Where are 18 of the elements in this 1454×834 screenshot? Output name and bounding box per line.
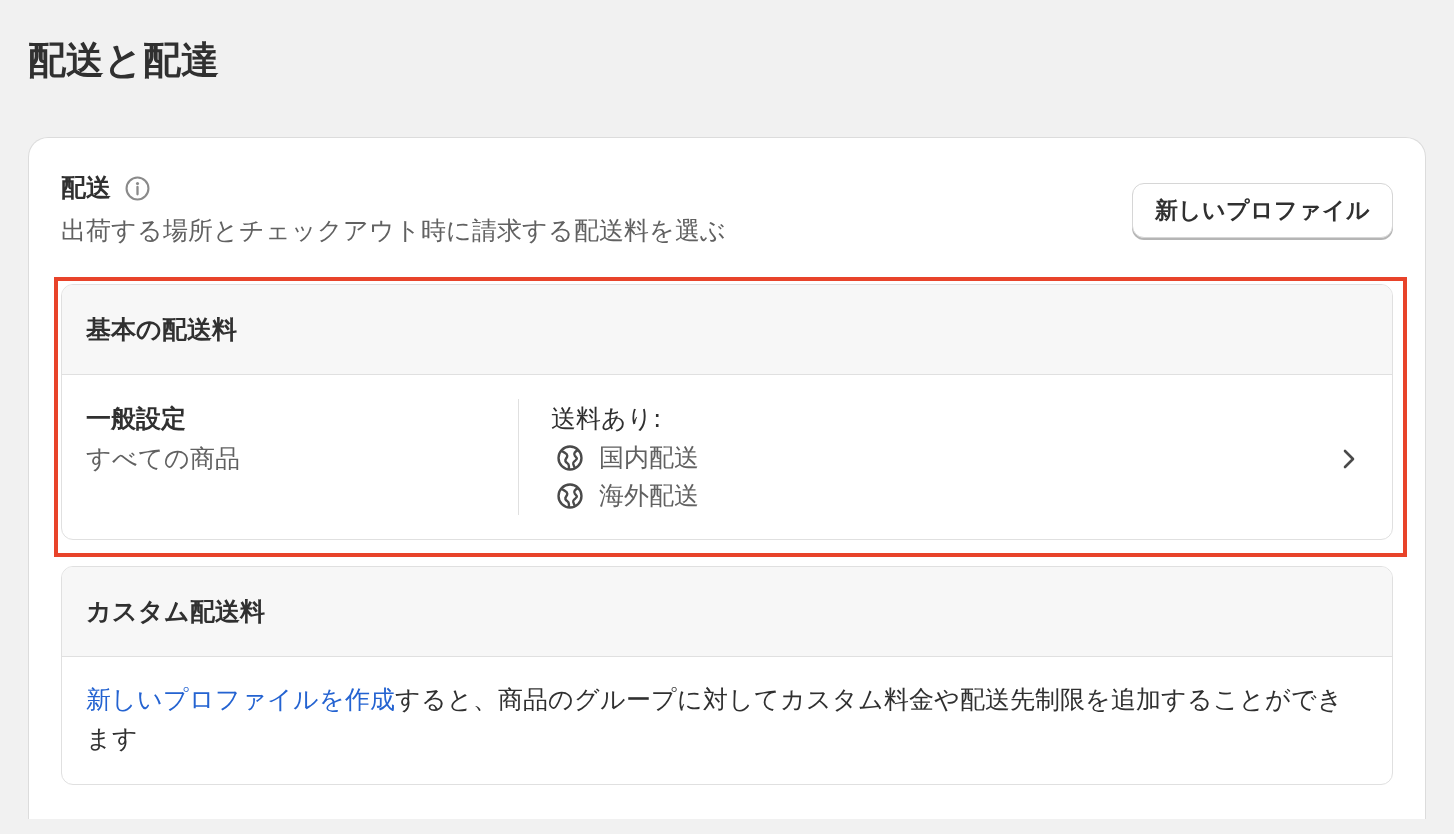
globe-icon	[557, 483, 583, 509]
profile-name: 一般設定	[86, 403, 187, 435]
profile-row[interactable]: 一般設定 すべての商品 送料あり: 国内配送 海外配送	[62, 375, 1392, 539]
section-title: カスタム配送料	[86, 595, 265, 628]
page-title: 配送と配達	[28, 38, 220, 82]
globe-icon	[557, 445, 583, 471]
section-title: 基本の配送料	[86, 313, 237, 346]
info-icon[interactable]	[125, 175, 150, 201]
profile-scope: すべての商品	[86, 443, 241, 475]
create-profile-link[interactable]: 新しいプロファイルを作成	[86, 685, 395, 714]
custom-rates-description: 新しいプロファイルを作成すると、商品のグループに対してカスタム料金や配送先制限を追加することができます	[86, 684, 1344, 755]
zone-label: 海外配送	[599, 480, 699, 512]
rates-label: 送料あり:	[551, 403, 663, 435]
card-subtitle: 出荷する場所とチェックアウト時に請求する配送料を選ぶ	[61, 215, 726, 247]
zone-label: 国内配送	[599, 442, 699, 474]
card-title: 配送	[61, 173, 111, 203]
chevron-right-icon	[1342, 448, 1356, 470]
new-profile-button[interactable]: 新しいプロファイル	[1132, 183, 1393, 238]
